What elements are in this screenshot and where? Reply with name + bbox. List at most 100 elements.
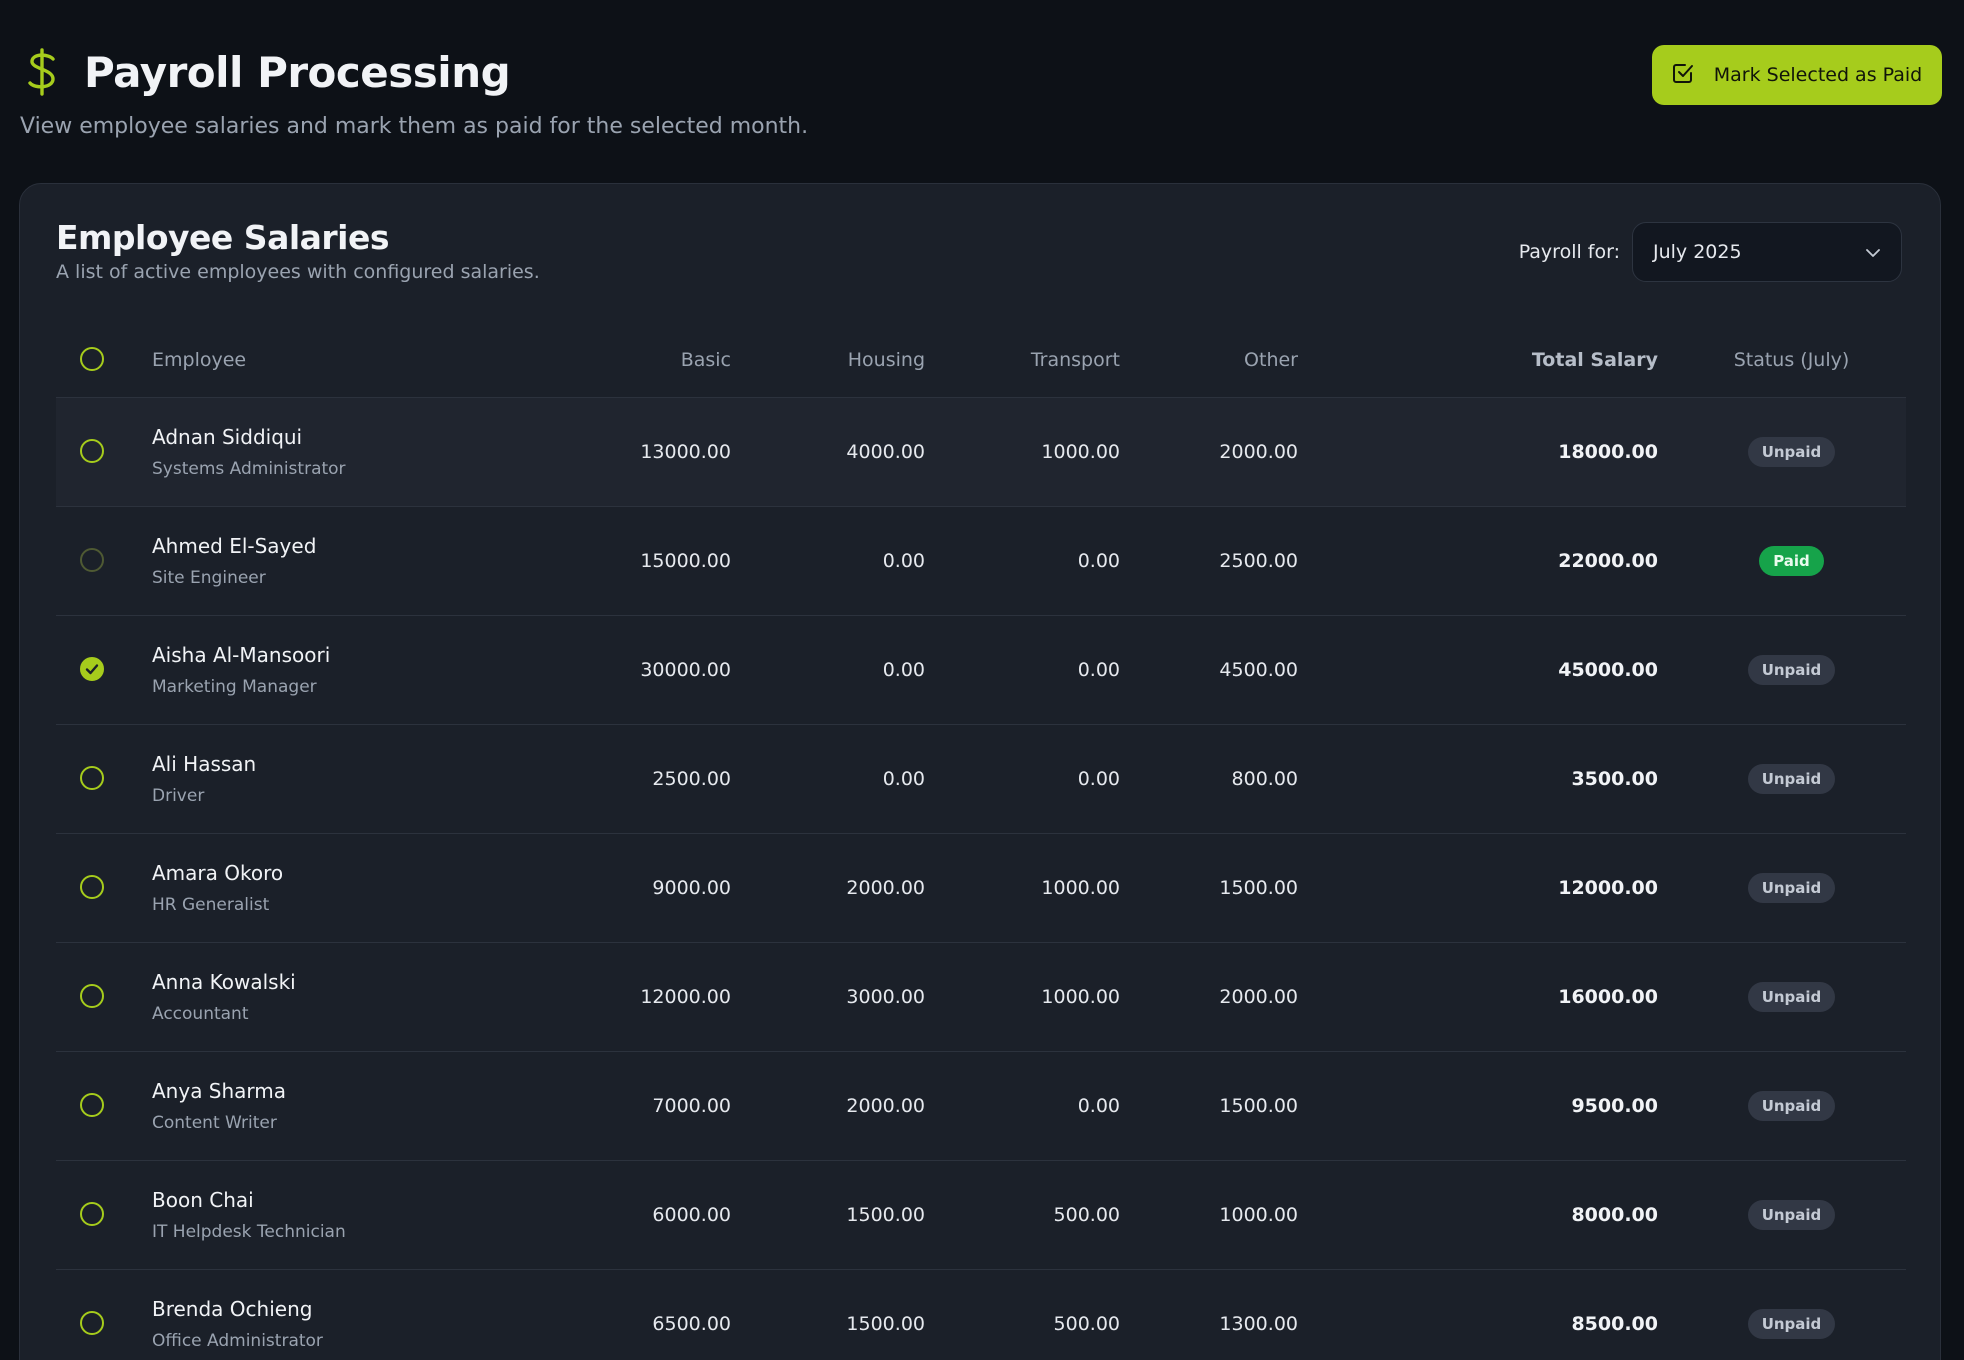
other-cell: 1500.00 (1219, 1095, 1298, 1117)
table-row[interactable]: Aisha Al-Mansoori Marketing Manager 3000… (56, 616, 1906, 725)
other-cell: 4500.00 (1219, 659, 1298, 681)
employee-role: Accountant (152, 1004, 249, 1024)
basic-cell: 12000.00 (640, 986, 731, 1008)
transport-cell: 1000.00 (1041, 877, 1120, 899)
select-all-checkbox[interactable] (80, 346, 106, 373)
row-select-checkbox[interactable] (80, 1202, 106, 1228)
status-badge: Unpaid (1747, 655, 1836, 685)
employee-role: HR Generalist (152, 895, 270, 915)
row-select-radio (80, 1093, 104, 1117)
row-select-checkbox[interactable] (80, 657, 106, 683)
row-select-checkbox[interactable] (80, 439, 106, 465)
basic-cell: 2500.00 (652, 768, 731, 790)
table-header: Employee Basic Housing Transport Other T… (56, 322, 1906, 398)
dollar-icon (20, 44, 64, 100)
basic-cell: 30000.00 (640, 659, 731, 681)
employee-cell: Ahmed El-Sayed Site Engineer (152, 534, 316, 588)
status-badge: Unpaid (1747, 437, 1836, 467)
other-cell: 1500.00 (1219, 877, 1298, 899)
employee-cell: Ali Hassan Driver (152, 752, 256, 806)
card-title: Employee Salaries (56, 218, 390, 257)
row-select-checkbox[interactable] (80, 1093, 106, 1119)
month-select[interactable]: July 2025 (1632, 222, 1902, 282)
transport-cell: 1000.00 (1041, 441, 1120, 463)
status-badge: Unpaid (1747, 1309, 1836, 1339)
employee-salaries-card: Employee Salaries A list of active emplo… (19, 183, 1941, 1360)
transport-cell: 0.00 (1077, 550, 1120, 572)
table-row[interactable]: Anna Kowalski Accountant 12000.00 3000.0… (56, 943, 1906, 1052)
row-select-checkbox[interactable] (80, 984, 106, 1010)
payroll-month-picker: Payroll for: July 2025 (1519, 222, 1902, 282)
page-subtitle: View employee salaries and mark them as … (20, 114, 809, 139)
chevron-down-icon (1865, 241, 1881, 263)
housing-cell: 2000.00 (846, 877, 925, 899)
total-salary-cell: 45000.00 (1558, 659, 1658, 681)
column-housing: Housing (847, 348, 925, 371)
status-cell: Unpaid (1677, 437, 1906, 467)
row-select-radio (80, 548, 104, 572)
table-row[interactable]: Amara Okoro HR Generalist 9000.00 2000.0… (56, 834, 1906, 943)
status-cell: Unpaid (1677, 982, 1906, 1012)
mark-selected-paid-button[interactable]: Mark Selected as Paid (1652, 45, 1942, 105)
basic-cell: 7000.00 (652, 1095, 731, 1117)
employee-role: Driver (152, 786, 205, 806)
employee-cell: Brenda Ochieng Office Administrator (152, 1297, 323, 1351)
housing-cell: 1500.00 (846, 1313, 925, 1335)
basic-cell: 9000.00 (652, 877, 731, 899)
transport-cell: 500.00 (1053, 1204, 1120, 1226)
row-select-radio (80, 1202, 104, 1226)
transport-cell: 0.00 (1077, 768, 1120, 790)
employee-cell: Amara Okoro HR Generalist (152, 861, 283, 915)
column-total-salary: Total Salary (1531, 348, 1658, 371)
employee-name: Anna Kowalski (152, 970, 296, 994)
salaries-table: Employee Basic Housing Transport Other T… (56, 322, 1906, 1360)
row-select-checkbox[interactable] (80, 1311, 106, 1337)
employee-role: Systems Administrator (152, 459, 346, 479)
status-cell: Unpaid (1677, 873, 1906, 903)
table-row[interactable]: Boon Chai IT Helpdesk Technician 6000.00… (56, 1161, 1906, 1270)
status-badge: Unpaid (1747, 1091, 1836, 1121)
housing-cell: 1500.00 (846, 1204, 925, 1226)
basic-cell: 13000.00 (640, 441, 731, 463)
row-select-checkbox[interactable] (80, 875, 106, 901)
table-row[interactable]: Ahmed El-Sayed Site Engineer 15000.00 0.… (56, 507, 1906, 616)
row-select-radio (80, 766, 104, 790)
employee-name: Ahmed El-Sayed (152, 534, 317, 558)
employee-cell: Anna Kowalski Accountant (152, 970, 296, 1024)
table-row[interactable]: Ali Hassan Driver 2500.00 0.00 0.00 800.… (56, 725, 1906, 834)
row-select-radio (80, 984, 104, 1008)
row-select-checkbox[interactable] (80, 766, 106, 792)
other-cell: 2000.00 (1219, 986, 1298, 1008)
total-salary-cell: 16000.00 (1558, 986, 1658, 1008)
housing-cell: 2000.00 (846, 1095, 925, 1117)
table-row[interactable]: Anya Sharma Content Writer 7000.00 2000.… (56, 1052, 1906, 1161)
basic-cell: 6000.00 (652, 1204, 731, 1226)
select-all-radio (80, 346, 104, 371)
other-cell: 2500.00 (1219, 550, 1298, 572)
status-cell: Unpaid (1677, 764, 1906, 794)
row-select-checkbox[interactable] (80, 548, 106, 574)
row-select-radio (80, 657, 104, 681)
status-badge: Unpaid (1747, 1200, 1836, 1230)
transport-cell: 500.00 (1053, 1313, 1120, 1335)
payroll-page: Payroll Processing View employee salarie… (0, 0, 1964, 1360)
row-select-radio (80, 1311, 104, 1335)
employee-name: Ali Hassan (152, 752, 257, 776)
column-basic: Basic (680, 348, 731, 371)
other-cell: 800.00 (1231, 768, 1298, 790)
housing-cell: 0.00 (882, 550, 925, 572)
column-employee: Employee (152, 348, 247, 371)
checkbox-check-icon (1672, 62, 1694, 89)
column-other: Other (1244, 348, 1298, 371)
other-cell: 1300.00 (1219, 1313, 1298, 1335)
employee-name: Adnan Siddiqui (152, 425, 303, 449)
status-cell: Unpaid (1677, 1200, 1906, 1230)
table-row[interactable]: Adnan Siddiqui Systems Administrator 130… (56, 398, 1906, 507)
status-cell: Unpaid (1677, 655, 1906, 685)
row-select-radio (80, 439, 104, 463)
employee-role: Content Writer (152, 1113, 277, 1133)
employee-name: Aisha Al-Mansoori (152, 643, 331, 667)
table-row[interactable]: Brenda Ochieng Office Administrator 6500… (56, 1270, 1906, 1360)
table-body: Adnan Siddiqui Systems Administrator 130… (56, 398, 1906, 1360)
employee-role: Office Administrator (152, 1331, 323, 1351)
